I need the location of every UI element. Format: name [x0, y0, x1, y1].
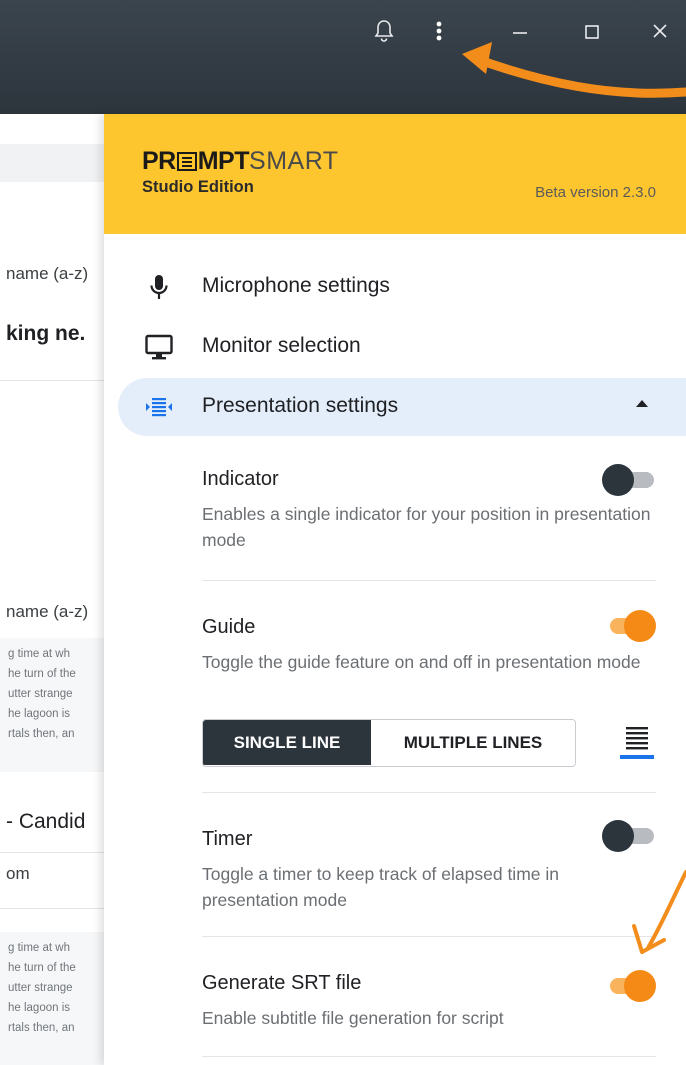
annotation-arrows	[462, 42, 686, 954]
annotation-arrow-top	[462, 42, 686, 98]
annotation-arrow-bottom	[632, 870, 686, 954]
